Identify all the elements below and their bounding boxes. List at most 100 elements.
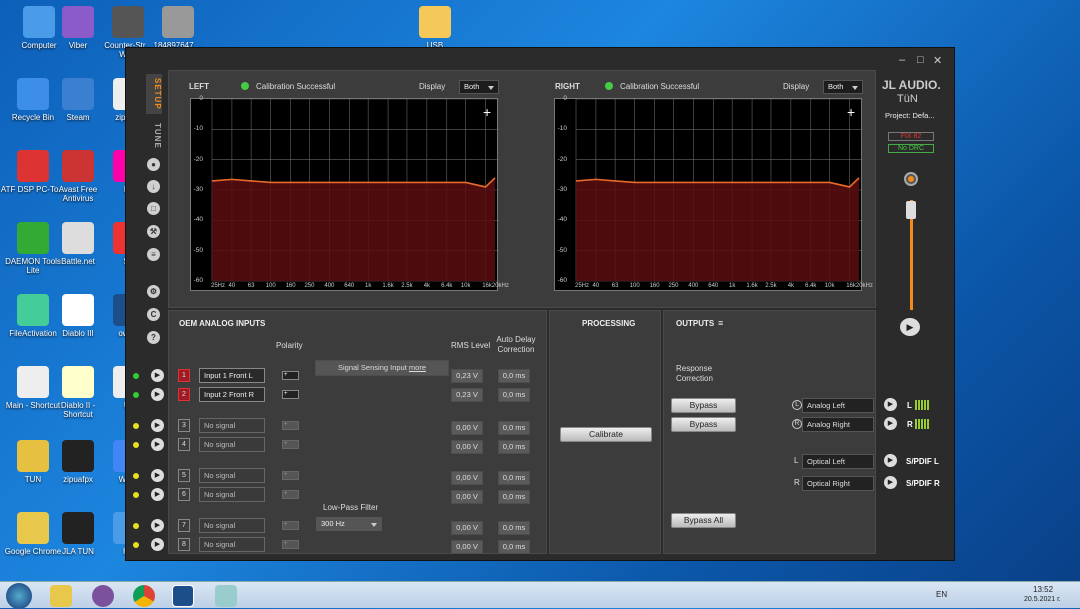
spdif-l-label: S/PDIF L — [906, 457, 939, 466]
input-number: 1 — [178, 369, 190, 382]
input-speaker-icon[interactable]: ▶ — [151, 419, 164, 432]
input-speaker-icon[interactable]: ▶ — [151, 519, 164, 532]
spdif-right-speaker-icon[interactable]: ▶ — [884, 476, 897, 489]
input-name-field[interactable]: No signal — [199, 537, 265, 552]
y-tick: 0 — [199, 95, 203, 102]
analog-right-field[interactable]: Analog Right — [802, 417, 874, 432]
bypass-right-button[interactable]: Bypass — [671, 417, 736, 432]
minimize-button[interactable]: – — [899, 54, 905, 66]
polarity-toggle[interactable]: + — [282, 421, 299, 430]
polarity-toggle[interactable]: + — [282, 390, 299, 399]
right-display-select[interactable]: Both — [823, 80, 863, 94]
y-tick: -40 — [557, 216, 567, 224]
delay-value: 0,0 ms — [498, 471, 530, 485]
analog-left-field[interactable]: Analog Left — [802, 398, 874, 413]
wrench-icon[interactable]: ⚒ — [147, 225, 160, 238]
left-status: Calibration Successful — [256, 82, 336, 91]
desktop-icon-image — [62, 366, 94, 398]
outputs-menu-icon[interactable]: ≡ — [718, 318, 723, 328]
input-name-field[interactable]: No signal — [199, 468, 265, 483]
y-tick: -50 — [193, 246, 203, 254]
start-button[interactable] — [6, 583, 32, 609]
desktop-icon[interactable]: USB — [402, 6, 468, 50]
optical-right-field[interactable]: Optical Right — [802, 476, 874, 491]
polarity-toggle[interactable]: + — [282, 440, 299, 449]
desktop-icon[interactable]: 184897647 ... — [145, 6, 211, 50]
input-name-field[interactable]: Input 2 Front R — [199, 387, 265, 402]
chrome-taskbar-icon[interactable] — [133, 585, 155, 607]
bypass-left-button[interactable]: Bypass — [671, 398, 736, 413]
input-status-led — [133, 523, 139, 529]
calibrate-button[interactable]: Calibrate — [560, 427, 652, 442]
processing-panel: PROCESSING Calibrate — [549, 310, 661, 554]
input-speaker-icon[interactable]: ▶ — [151, 438, 164, 451]
delay-value: 0,0 ms — [498, 521, 530, 535]
input-name-field[interactable]: No signal — [199, 437, 265, 452]
tab-setup[interactable]: SETUP — [146, 74, 162, 114]
polarity-toggle[interactable]: + — [282, 371, 299, 380]
optical-left-field[interactable]: Optical Left — [802, 454, 874, 469]
language-indicator[interactable]: EN — [936, 590, 947, 599]
input-name-field[interactable]: No signal — [199, 518, 265, 533]
polarity-toggle[interactable]: + — [282, 540, 299, 549]
analog-right-speaker-icon[interactable]: ▶ — [884, 417, 897, 430]
spdif-left-speaker-icon[interactable]: ▶ — [884, 454, 897, 467]
brand-tun: TüN — [897, 93, 918, 105]
polarity-toggle[interactable]: + — [282, 471, 299, 480]
rms-value: 0,00 V — [451, 521, 483, 535]
viber-taskbar-icon[interactable] — [92, 585, 114, 607]
rms-value: 0,00 V — [451, 490, 483, 504]
x-tick: 25Hz — [210, 283, 226, 289]
master-speaker-icon[interactable]: ▶ — [900, 318, 920, 336]
input-name-field[interactable]: No signal — [199, 418, 265, 433]
polarity-toggle[interactable]: + — [282, 490, 299, 499]
x-tick: 40 — [228, 283, 236, 289]
x-tick: 6.4k — [441, 283, 453, 289]
x-tick: 400 — [324, 283, 335, 289]
input-speaker-icon[interactable]: ▶ — [151, 369, 164, 382]
oem-title: OEM ANALOG INPUTS — [179, 319, 266, 328]
desktop-icon-image — [162, 6, 194, 38]
x-tick: 10k — [460, 283, 471, 289]
response-graphs-panel: LEFT Calibration Successful Display Both… — [168, 70, 876, 308]
y-tick: -20 — [193, 155, 203, 163]
tun-taskbar-icon[interactable] — [172, 585, 194, 607]
copyright-icon[interactable]: C — [147, 308, 160, 321]
copy-icon[interactable]: □ — [147, 202, 160, 215]
analog-left-speaker-icon[interactable]: ▶ — [884, 398, 897, 411]
lpf-label: Low-Pass Filter — [323, 503, 379, 512]
maximize-button[interactable]: □ — [917, 54, 924, 66]
right-title: RIGHT — [555, 82, 580, 91]
analog-left-letter: L — [792, 400, 802, 410]
desktop-icon-image — [62, 150, 94, 182]
download-icon[interactable]: ↓ — [147, 180, 160, 193]
input-speaker-icon[interactable]: ▶ — [151, 388, 164, 401]
delay-value: 0,0 ms — [498, 540, 530, 554]
input-name-field[interactable]: Input 1 Front L — [199, 368, 265, 383]
input-speaker-icon[interactable]: ▶ — [151, 469, 164, 482]
y-tick: -60 — [557, 277, 567, 284]
input-speaker-icon[interactable]: ▶ — [151, 538, 164, 551]
bypass-all-button[interactable]: Bypass All — [671, 513, 736, 528]
level-slider-handle[interactable] — [906, 201, 916, 219]
polarity-toggle[interactable]: + — [282, 521, 299, 530]
help-icon[interactable]: ? — [147, 331, 160, 344]
level-knob-icon[interactable] — [904, 172, 918, 186]
out-l-label: L — [907, 401, 912, 410]
input-name-field[interactable]: No signal — [199, 487, 265, 502]
user-icon[interactable]: ● — [147, 158, 160, 171]
analog-right-letter: R — [792, 419, 802, 429]
delay-value: 0,0 ms — [498, 388, 530, 402]
gear-icon[interactable]: ⚙ — [147, 285, 160, 298]
desktop-icon-image — [62, 6, 94, 38]
clock-time[interactable]: 13:52 — [1033, 585, 1053, 594]
tab-tune[interactable]: TUNE — [146, 120, 162, 152]
left-display-select[interactable]: Both — [459, 80, 499, 94]
x-tick: 1k — [365, 283, 372, 289]
x-tick: 640 — [344, 283, 355, 289]
input-speaker-icon[interactable]: ▶ — [151, 488, 164, 501]
list-icon[interactable]: ≡ — [147, 248, 160, 261]
close-button[interactable]: ✕ — [933, 54, 942, 67]
app-taskbar-icon[interactable] — [215, 585, 237, 607]
explorer-taskbar-icon[interactable] — [50, 585, 72, 607]
